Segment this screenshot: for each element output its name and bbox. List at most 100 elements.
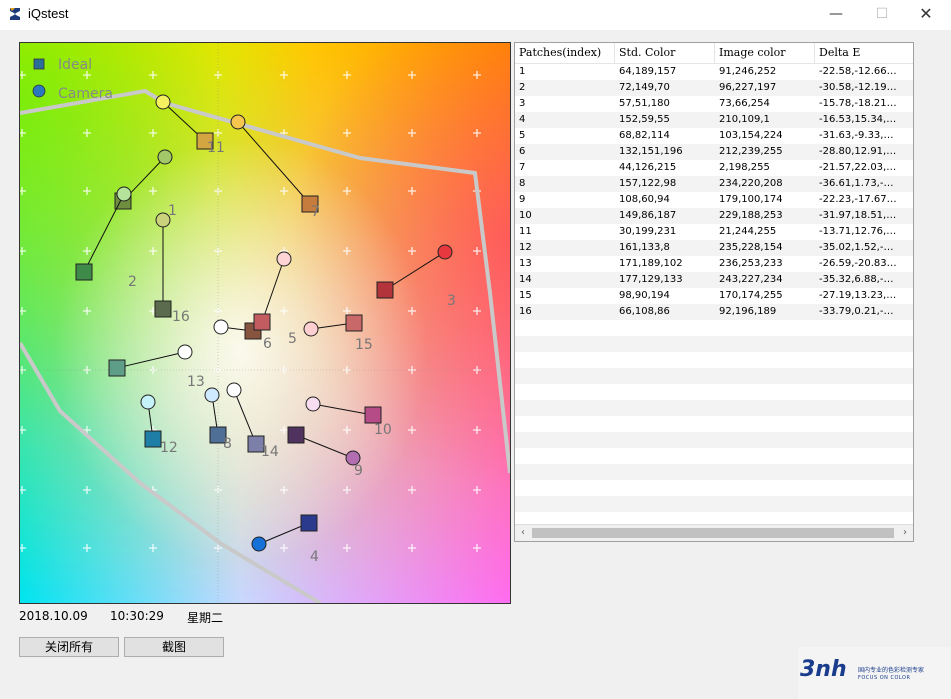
cell-delta-e: -21.57,22.03,… [819,162,897,173]
table-row[interactable]: 2 72,149,70 96,227,197 -30.58,-12.19… [515,80,913,96]
empty-row [515,400,913,416]
app-logo-icon [10,8,20,20]
patch-label: 13 [187,374,205,390]
close-all-button[interactable]: 关闭所有 [19,637,119,657]
camera-patch-marker [276,251,292,267]
column-header-patches[interactable]: Patches(index) [515,43,615,63]
patch-label: 12 [160,440,178,456]
table-row[interactable]: 1 64,189,157 91,246,252 -22.58,-12.66… [515,64,913,80]
camera-patch-marker [155,94,171,110]
cell-delta-e: -22.58,-12.66… [819,66,897,77]
cell-std-color: 98,90,194 [619,290,670,301]
chromaticity-plot: 1 2 3 4 5 6 7 8 9 10 11 12 13 14 15 16 Ideal Camera [19,42,511,604]
patch-label: 15 [355,337,373,353]
camera-patch-marker [230,114,246,130]
cell-delta-e: -26.59,-20.83… [819,258,897,269]
patch-table[interactable]: Patches(index) Std. Color Image color De… [514,42,914,542]
patch-label: 5 [288,331,297,347]
table-row[interactable]: 3 57,51,180 73,66,254 -15.78,-18.21… [515,96,913,112]
status-weekday: 星期二 [187,611,224,625]
ideal-patch-marker [364,406,382,424]
ideal-patch-marker [108,359,126,377]
cell-delta-e: -22.23,-17.67… [819,194,897,205]
ideal-patch-marker [75,263,93,281]
table-row[interactable]: 4 152,59,55 210,109,1 -16.53,15.34,… [515,112,913,128]
table-row[interactable]: 8 157,122,98 234,220,208 -36.61,1.73,-… [515,176,913,192]
ideal-patch-marker [300,514,318,532]
cell-patch-index: 9 [519,194,526,205]
empty-row [515,432,913,448]
table-row[interactable]: 11 30,199,231 21,244,255 -13.71,12.76,… [515,224,913,240]
cell-delta-e: -31.97,18.51,… [819,210,897,221]
legend-camera-label: Camera [58,86,113,102]
cell-std-color: 44,126,215 [619,162,677,173]
cell-std-color: 30,199,231 [619,226,677,237]
cell-delta-e: -30.58,-12.19… [819,82,897,93]
cell-delta-e: -36.61,1.73,-… [819,178,894,189]
empty-row [515,464,913,480]
cell-std-color: 66,108,86 [619,306,670,317]
cell-std-color: 64,189,157 [619,66,677,77]
cell-patch-index: 13 [519,258,532,269]
camera-patch-marker [157,149,173,165]
table-row[interactable]: 14 177,129,133 243,227,234 -35.32,6.88,-… [515,272,913,288]
close-icon[interactable]: ✕ [903,0,949,30]
table-row[interactable]: 13 171,189,102 236,253,233 -26.59,-20.83… [515,256,913,272]
minimize-icon[interactable]: — [813,0,859,30]
scroll-right-icon[interactable]: › [897,525,913,541]
scroll-thumb[interactable] [532,528,894,538]
table-row[interactable]: 12 161,133,8 235,228,154 -35.02,1.52,-… [515,240,913,256]
cell-patch-index: 8 [519,178,526,189]
table-row[interactable]: 10 149,86,187 229,188,253 -31.97,18.51,… [515,208,913,224]
status-time: 10:30:29 [110,609,164,623]
brand-tagline-cn: 国内专业的色彩检测专家 [858,667,925,674]
patch-label: 4 [310,549,319,565]
cell-image-color: 210,109,1 [719,114,770,125]
patch-label: 2 [128,274,137,290]
cell-image-color: 235,228,154 [719,242,783,253]
empty-row [515,496,913,512]
table-row[interactable]: 16 66,108,86 92,196,189 -33.79,0.21,-… [515,304,913,320]
camera-patch-marker [155,212,171,228]
camera-patch-marker [213,319,229,335]
ideal-patch-marker [154,300,172,318]
camera-patch-marker [437,244,453,260]
table-row[interactable]: 5 68,82,114 103,154,224 -31.63,-9.33,… [515,128,913,144]
cell-patch-index: 11 [519,226,532,237]
ideal-patch-marker [345,314,363,332]
camera-patch-marker [204,387,220,403]
maximize-icon[interactable]: ☐ [859,0,905,30]
ideal-patch-marker [376,281,394,299]
cell-patch-index: 10 [519,210,532,221]
cell-image-color: 21,244,255 [719,226,777,237]
screenshot-button[interactable]: 截图 [124,637,224,657]
column-header-delta-e[interactable]: Delta E [815,43,913,63]
cell-patch-index: 15 [519,290,532,301]
table-header: Patches(index) Std. Color Image color De… [515,43,913,64]
cell-image-color: 2,198,255 [719,162,770,173]
cell-patch-index: 14 [519,274,532,285]
column-header-std-color[interactable]: Std. Color [615,43,715,63]
window-title: iQstest [28,6,69,21]
cell-image-color: 92,196,189 [719,306,777,317]
patch-label: 16 [172,309,190,325]
table-row[interactable]: 15 98,90,194 170,174,255 -27.19,13.23,… [515,288,913,304]
cell-patch-index: 16 [519,306,532,317]
cell-patch-index: 7 [519,162,526,173]
camera-patch-marker [303,321,319,337]
empty-row [515,352,913,368]
table-row[interactable]: 9 108,60,94 179,100,174 -22.23,-17.67… [515,192,913,208]
cell-image-color: 234,220,208 [719,178,783,189]
scroll-left-icon[interactable]: ‹ [515,525,531,541]
cell-image-color: 73,66,254 [719,98,770,109]
cell-patch-index: 12 [519,242,532,253]
cell-delta-e: -35.02,1.52,-… [819,242,894,253]
column-header-image-color[interactable]: Image color [715,43,815,63]
horizontal-scrollbar[interactable]: ‹ › [515,524,913,541]
cell-patch-index: 5 [519,130,526,141]
table-row[interactable]: 7 44,126,215 2,198,255 -21.57,22.03,… [515,160,913,176]
camera-patch-marker [305,396,321,412]
brand-logo: 3nh 国内专业的色彩检测专家 FOCUS ON COLOR [798,647,951,699]
empty-row [515,384,913,400]
table-row[interactable]: 6 132,151,196 212,239,255 -28.80,12.91,… [515,144,913,160]
